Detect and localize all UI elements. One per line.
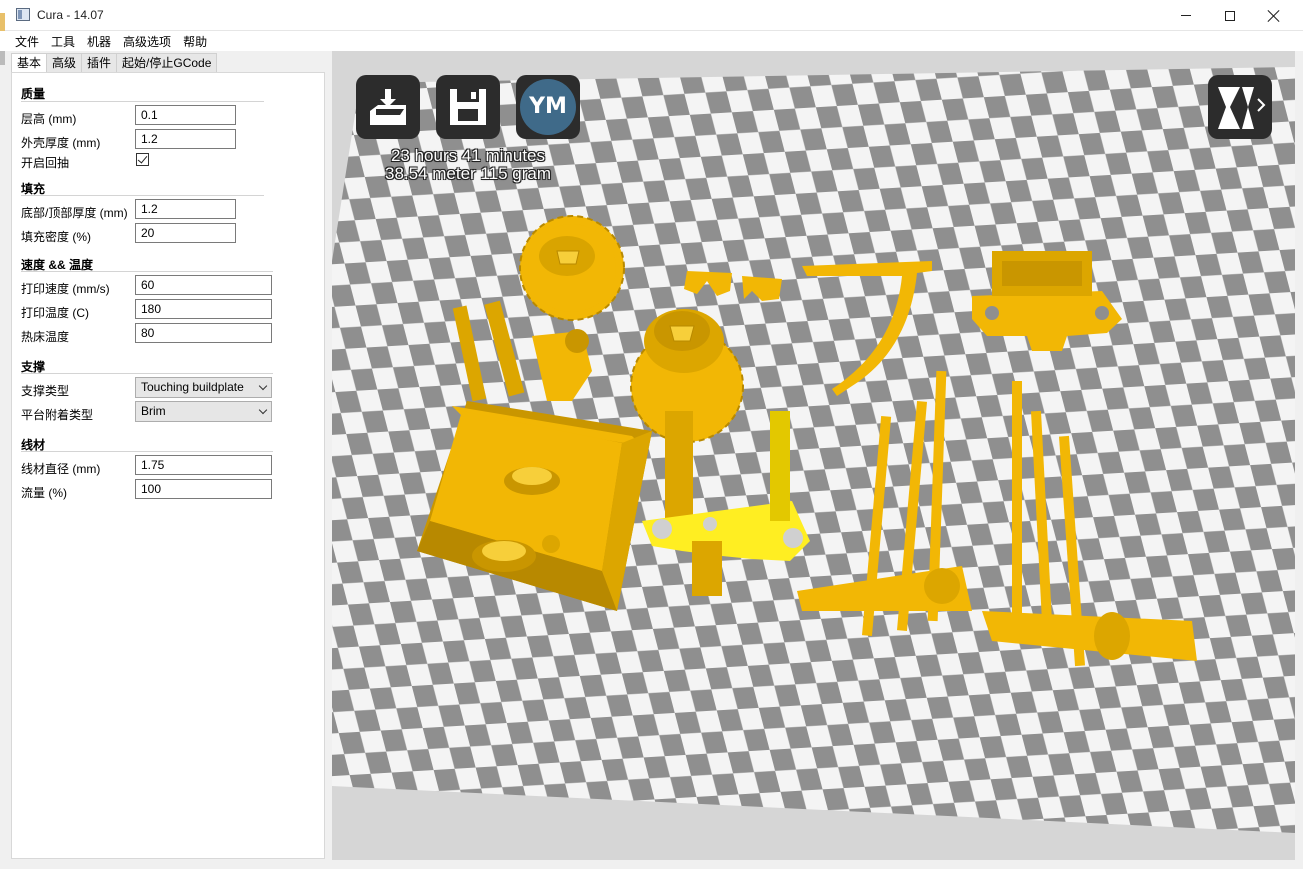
layer-height-label: 层高 (mm) — [21, 112, 77, 126]
close-icon — [1268, 10, 1280, 22]
view-mode-icon — [1218, 87, 1266, 129]
load-button[interactable] — [356, 75, 420, 139]
bottom-top-thickness-input[interactable]: 1.2 — [135, 199, 236, 219]
minimize-button[interactable] — [1163, 0, 1209, 31]
fill-density-label: 填充密度 (%) — [21, 230, 91, 244]
viewport-scrollbar[interactable] — [1295, 51, 1303, 860]
retraction-checkbox[interactable] — [136, 153, 149, 166]
ym-button[interactable]: YM — [516, 75, 580, 139]
layer-height-input[interactable]: 0.1 — [135, 105, 236, 125]
support-type-select[interactable]: Touching buildplate — [135, 377, 272, 398]
flow-input[interactable]: 100 — [135, 479, 272, 499]
menu-expert[interactable]: 高级选项 — [118, 33, 176, 50]
title-bar: Cura - 14.07 — [0, 0, 1303, 31]
retraction-label: 开启回抽 — [21, 156, 70, 170]
print-temp-label: 打印温度 (C) — [21, 306, 89, 320]
fill-density-input[interactable]: 20 — [135, 223, 236, 243]
load-tray-icon — [370, 89, 406, 125]
divider — [21, 101, 264, 102]
divider — [21, 271, 273, 272]
bottom-top-thickness-label: 底部/顶部厚度 (mm) — [21, 206, 128, 220]
settings-tabs: 基本 高级 插件 起始/停止GCode — [11, 53, 218, 73]
minimize-icon — [1181, 15, 1191, 16]
adhesion-type-select[interactable]: Brim — [135, 401, 272, 422]
section-quality: 质量 — [21, 87, 46, 101]
print-temp-input[interactable]: 180 — [135, 299, 272, 319]
filament-diameter-input[interactable]: 1.75 — [135, 455, 272, 475]
settings-panel: 质量 层高 (mm) 0.1 外壳厚度 (mm) 1.2 开启回抽 填充 底部/… — [11, 72, 325, 859]
chevron-down-icon — [258, 381, 268, 391]
divider — [21, 195, 264, 196]
shell-thickness-input[interactable]: 1.2 — [135, 129, 236, 149]
print-time-text: 23 hours 41 minutes — [390, 146, 546, 165]
bed-temp-input[interactable]: 80 — [135, 323, 272, 343]
tab-basic[interactable]: 基本 — [11, 53, 48, 73]
tab-start-end-gcode[interactable]: 起始/停止GCode — [116, 53, 218, 72]
adhesion-type-label: 平台附着类型 — [21, 408, 94, 422]
ym-label: YM — [520, 79, 576, 135]
maximize-icon — [1225, 10, 1235, 21]
filament-diameter-label: 线材直径 (mm) — [21, 462, 101, 476]
menu-file[interactable]: 文件 — [10, 33, 44, 50]
menu-help[interactable]: 帮助 — [178, 33, 212, 50]
support-type-label: 支撑类型 — [21, 384, 70, 398]
app-icon — [16, 8, 30, 21]
divider — [21, 373, 273, 374]
window-title: Cura - 14.07 — [37, 8, 104, 22]
tab-plugins[interactable]: 插件 — [81, 53, 118, 72]
desktop-edge — [0, 0, 6, 120]
chevron-down-icon — [258, 405, 268, 415]
menu-machine[interactable]: 机器 — [82, 33, 116, 50]
3d-viewport[interactable]: YM 23 hours 41 minutes 38.54 meter 115 g… — [332, 51, 1295, 860]
save-button[interactable] — [436, 75, 500, 139]
save-floppy-icon — [450, 89, 486, 125]
maximize-button[interactable] — [1207, 0, 1253, 31]
print-speed-input[interactable]: 60 — [135, 275, 272, 295]
shell-thickness-label: 外壳厚度 (mm) — [21, 136, 101, 150]
adhesion-type-value: Brim — [141, 404, 166, 418]
divider — [21, 451, 273, 452]
bed-temp-label: 热床温度 — [21, 330, 70, 344]
gear-part — [519, 215, 625, 321]
menu-tools[interactable]: 工具 — [46, 33, 80, 50]
tab-advanced[interactable]: 高级 — [46, 53, 83, 72]
view-mode-button[interactable] — [1208, 75, 1272, 139]
print-speed-label: 打印速度 (mm/s) — [21, 282, 110, 296]
flow-label: 流量 (%) — [21, 486, 67, 500]
menu-bar: 文件 工具 机器 高级选项 帮助 — [0, 31, 1303, 51]
print-usage-text: 38.54 meter 115 gram — [385, 164, 551, 183]
close-button[interactable] — [1251, 0, 1297, 31]
support-type-value: Touching buildplate — [141, 380, 244, 394]
